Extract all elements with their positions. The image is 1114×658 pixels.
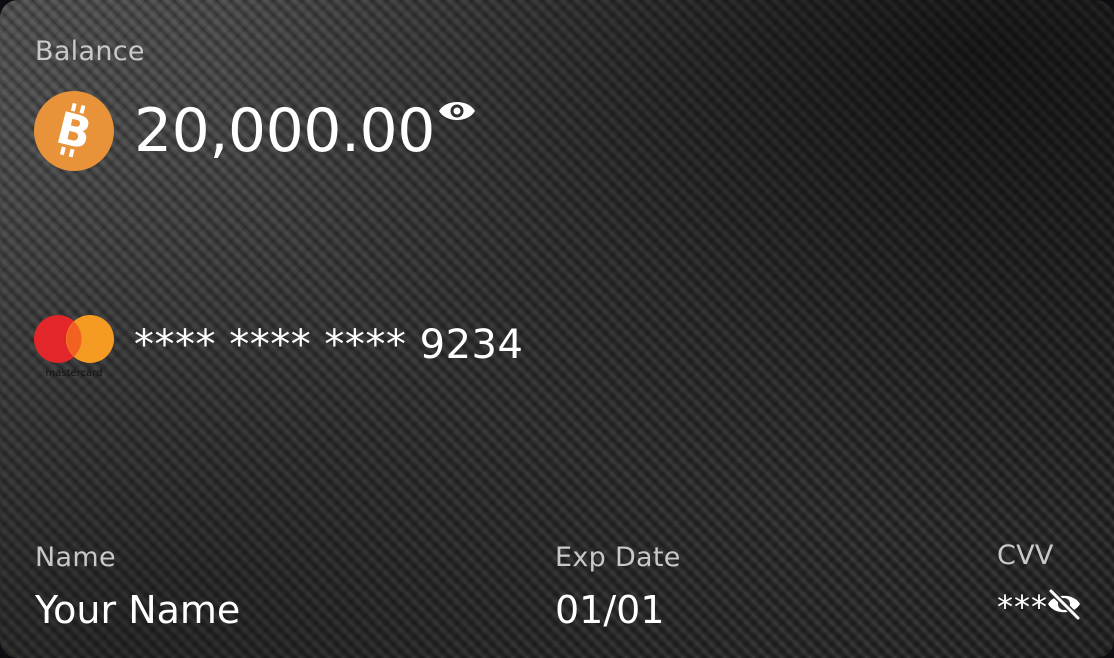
credit-card: Balance B 20,000.00 mastercard **** ****…	[0, 0, 1114, 658]
cardholder-name: Your Name	[35, 588, 241, 632]
exp-date-label: Exp Date	[555, 542, 681, 573]
exp-date-value: 01/01	[555, 588, 665, 632]
eye-off-icon[interactable]	[1046, 588, 1082, 620]
card-number: **** **** **** 9234	[134, 322, 524, 368]
mastercard-wordmark: mastercard	[46, 368, 103, 379]
eye-icon[interactable]	[438, 98, 476, 124]
cvv-label: CVV	[997, 540, 1054, 571]
balance-label: Balance	[35, 36, 145, 67]
mastercard-logo: mastercard	[34, 315, 114, 379]
name-label: Name	[35, 542, 116, 573]
bitcoin-icon: B	[34, 91, 114, 171]
cvv-value: ***	[997, 588, 1048, 626]
balance-amount: 20,000.00	[134, 96, 435, 166]
